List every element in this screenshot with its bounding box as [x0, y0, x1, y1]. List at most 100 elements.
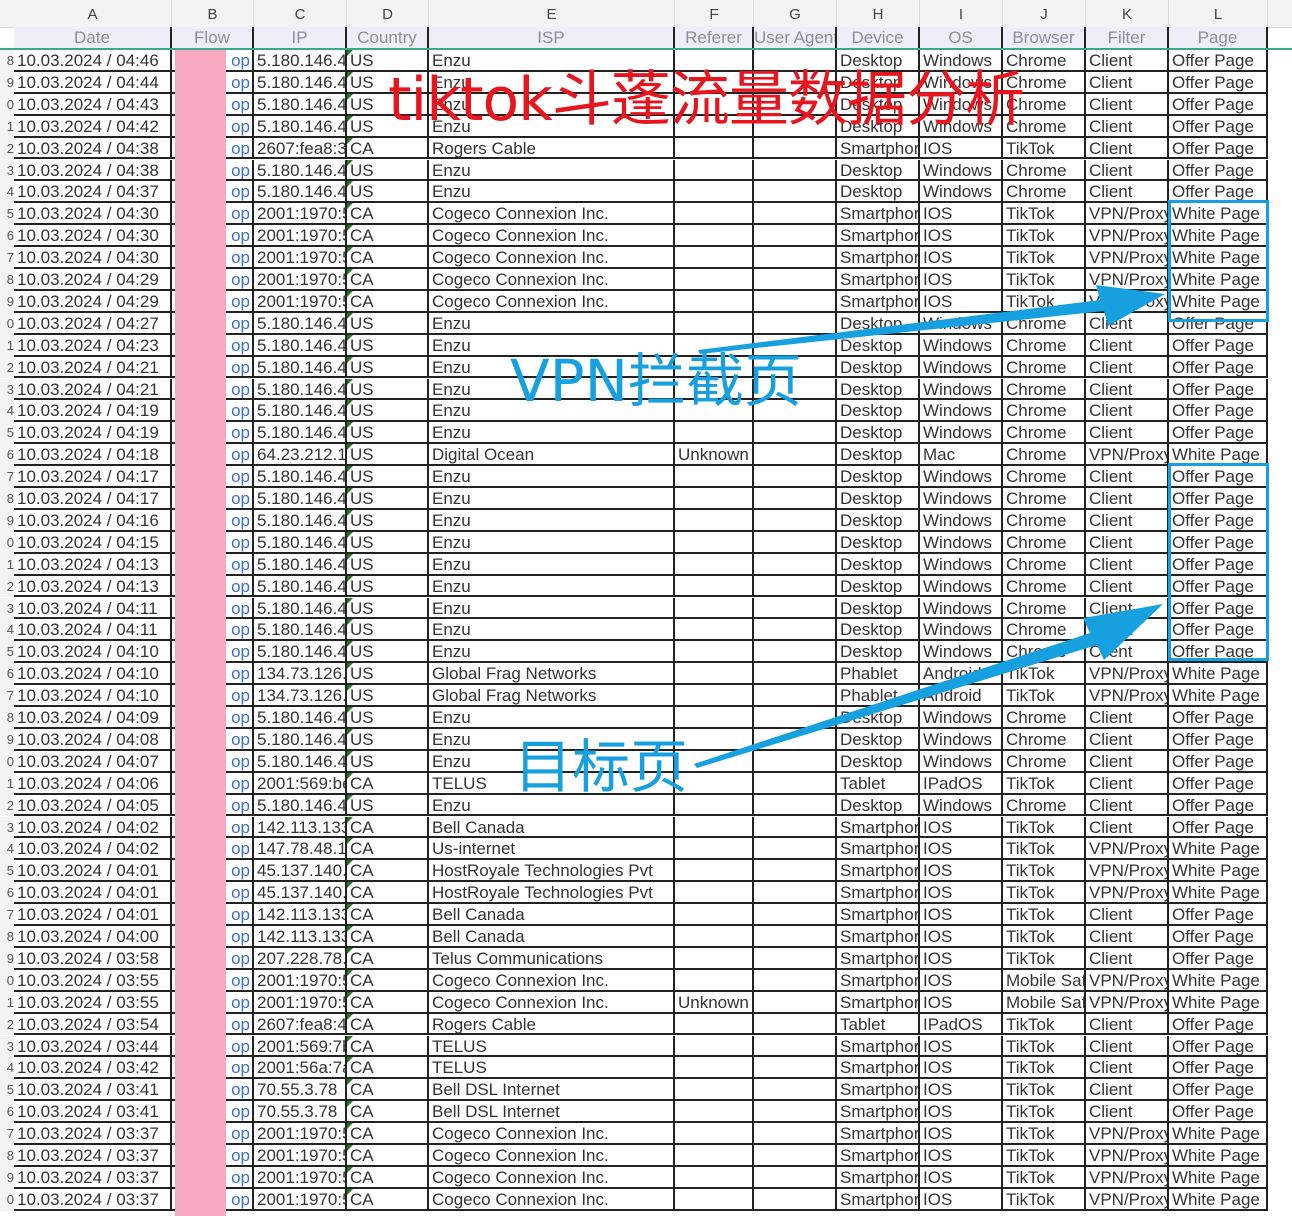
cell-os[interactable]: Windows	[920, 466, 1003, 488]
cell-filter[interactable]: Client	[1086, 422, 1169, 445]
cell-ip[interactable]: 5.180.146.4	[254, 181, 347, 204]
cell-country[interactable]: US	[347, 597, 429, 620]
cell-date[interactable]: 10.03.2024 / 03:54	[14, 1013, 172, 1036]
row-number[interactable]: 9	[0, 509, 14, 532]
column-header-b[interactable]: B	[172, 0, 254, 27]
cell-ua[interactable]	[754, 728, 837, 751]
cell-isp[interactable]: Enzu	[429, 597, 675, 620]
cell-browser[interactable]: Chrome	[1003, 312, 1086, 335]
cell-date[interactable]: 10.03.2024 / 03:44	[14, 1035, 172, 1058]
cell-page[interactable]: Offer Page	[1169, 422, 1268, 445]
cell-page[interactable]: Offer Page	[1169, 750, 1268, 773]
row-number[interactable]: 3	[0, 378, 14, 401]
cell-device[interactable]: Desktop	[837, 356, 920, 379]
cell-os[interactable]: IOS	[920, 290, 1003, 313]
cell-date[interactable]: 10.03.2024 / 03:55	[14, 991, 172, 1014]
cell-ua[interactable]	[754, 685, 837, 707]
cell-filter[interactable]: VPN/Proxy	[1086, 663, 1169, 686]
cell-ua[interactable]	[754, 816, 837, 839]
field-header-filter[interactable]: Filter	[1086, 27, 1169, 49]
cell-filter[interactable]: VPN/Proxy	[1086, 969, 1169, 992]
cell-page[interactable]: White Page	[1169, 882, 1268, 905]
row-number[interactable]: 0	[0, 969, 14, 992]
cell-browser[interactable]: TikTok	[1003, 269, 1086, 291]
cell-ua[interactable]	[754, 1145, 837, 1167]
cell-country[interactable]: US	[347, 488, 429, 510]
cell-browser[interactable]: TikTok	[1003, 860, 1086, 883]
cell-ua[interactable]	[754, 1166, 837, 1189]
row-number[interactable]: 3	[0, 1035, 14, 1058]
row-number[interactable]: 2	[0, 137, 14, 160]
cell-os[interactable]: IOS	[920, 1101, 1003, 1124]
cell-date[interactable]: 10.03.2024 / 03:58	[14, 947, 172, 970]
cell-isp[interactable]: Us-internet	[429, 838, 675, 861]
cell-referer[interactable]	[675, 926, 754, 948]
cell-filter[interactable]: Client	[1086, 334, 1169, 357]
cell-ip[interactable]: 2607:fea8:4	[254, 1013, 347, 1036]
cell-device[interactable]: Desktop	[837, 159, 920, 182]
cell-isp[interactable]: Bell DSL Internet	[429, 1079, 675, 1102]
cell-country[interactable]: CA	[347, 137, 429, 160]
cell-isp[interactable]: Enzu	[429, 159, 675, 182]
cell-filter[interactable]: Client	[1086, 378, 1169, 401]
cell-browser[interactable]: TikTok	[1003, 1079, 1086, 1102]
cell-page[interactable]: Offer Page	[1169, 159, 1268, 182]
cell-ip[interactable]: 5.180.146.4	[254, 400, 347, 423]
cell-page[interactable]: Offer Page	[1169, 794, 1268, 817]
cell-country[interactable]: CA	[347, 290, 429, 313]
cell-filter[interactable]: Client	[1086, 356, 1169, 379]
cell-ip[interactable]: 5.180.146.4	[254, 553, 347, 576]
cell-os[interactable]: IOS	[920, 1188, 1003, 1211]
cell-date[interactable]: 10.03.2024 / 04:42	[14, 115, 172, 138]
cell-referer[interactable]	[675, 312, 754, 335]
cell-isp[interactable]: Enzu	[429, 488, 675, 510]
cell-isp[interactable]: Cogeco Connexion Inc.	[429, 290, 675, 313]
cell-device[interactable]: Smartphor	[837, 838, 920, 861]
cell-filter[interactable]: Client	[1086, 575, 1169, 598]
cell-ua[interactable]	[754, 663, 837, 686]
cell-ua[interactable]	[754, 531, 837, 554]
column-header-h[interactable]: H	[837, 0, 920, 27]
cell-browser[interactable]: Chrome	[1003, 575, 1086, 598]
cell-os[interactable]: IOS	[920, 947, 1003, 970]
cell-filter[interactable]: VPN/Proxy	[1086, 444, 1169, 467]
cell-ua[interactable]	[754, 1013, 837, 1036]
cell-ip[interactable]: 5.180.146.4	[254, 312, 347, 335]
cell-filter[interactable]: VPN/Proxy	[1086, 685, 1169, 707]
cell-device[interactable]: Desktop	[837, 312, 920, 335]
cell-device[interactable]: Desktop	[837, 181, 920, 204]
cell-browser[interactable]: Chrome	[1003, 509, 1086, 532]
cell-filter[interactable]: VPN/Proxy	[1086, 1123, 1169, 1145]
cell-isp[interactable]: Cogeco Connexion Inc.	[429, 1145, 675, 1167]
cell-isp[interactable]: Rogers Cable	[429, 1013, 675, 1036]
cell-os[interactable]: IOS	[920, 203, 1003, 226]
cell-page[interactable]: Offer Page	[1169, 71, 1268, 94]
cell-date[interactable]: 10.03.2024 / 04:11	[14, 619, 172, 642]
cell-isp[interactable]: Cogeco Connexion Inc.	[429, 1123, 675, 1145]
cell-browser[interactable]: Chrome	[1003, 334, 1086, 357]
cell-ip[interactable]: 5.180.146.4	[254, 466, 347, 488]
cell-browser[interactable]: Mobile Safa	[1003, 991, 1086, 1014]
cell-date[interactable]: 10.03.2024 / 04:21	[14, 356, 172, 379]
cell-country[interactable]: CA	[347, 838, 429, 861]
cell-filter[interactable]: VPN/Proxy	[1086, 290, 1169, 313]
cell-date[interactable]: 10.03.2024 / 04:13	[14, 553, 172, 576]
cell-referer[interactable]	[675, 663, 754, 686]
cell-filter[interactable]: Client	[1086, 50, 1169, 72]
cell-device[interactable]: Desktop	[837, 466, 920, 488]
cell-page[interactable]: White Page	[1169, 1188, 1268, 1211]
column-header-j[interactable]: J	[1003, 0, 1086, 27]
cell-browser[interactable]: TikTok	[1003, 247, 1086, 269]
cell-browser[interactable]: TikTok	[1003, 882, 1086, 905]
cell-os[interactable]: Mac	[920, 444, 1003, 467]
cell-referer[interactable]	[675, 1013, 754, 1036]
row-number[interactable]: 6	[0, 882, 14, 905]
cell-country[interactable]: US	[347, 422, 429, 445]
column-header-f[interactable]: F	[675, 0, 754, 27]
cell-country[interactable]: CA	[347, 969, 429, 992]
cell-ua[interactable]	[754, 290, 837, 313]
cell-browser[interactable]: Mobile Safa	[1003, 969, 1086, 992]
row-number[interactable]: 5	[0, 860, 14, 883]
cell-country[interactable]: CA	[347, 1145, 429, 1167]
cell-isp[interactable]: Enzu	[429, 707, 675, 729]
